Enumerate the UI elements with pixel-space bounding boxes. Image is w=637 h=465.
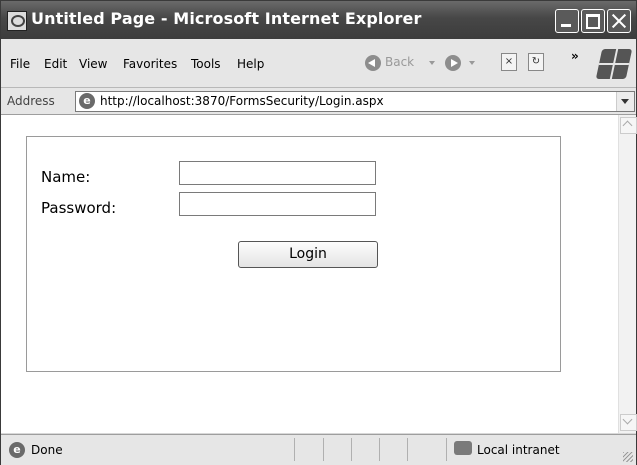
title-bar[interactable]: Untitled Page - Microsoft Internet Explo… xyxy=(1,1,636,39)
close-icon[interactable] xyxy=(607,9,631,33)
windows-logo-icon xyxy=(595,49,633,79)
window-title: Untitled Page - Microsoft Internet Explo… xyxy=(31,9,422,28)
scroll-up-icon[interactable] xyxy=(620,117,637,134)
name-label: Name: xyxy=(41,168,91,186)
forward-dropdown-icon[interactable] xyxy=(469,61,475,65)
address-label: Address xyxy=(7,94,55,108)
page-content: Name: Password: Login xyxy=(1,115,637,433)
scroll-down-icon[interactable] xyxy=(620,414,637,431)
forward-icon[interactable] xyxy=(445,55,461,71)
name-input[interactable] xyxy=(179,161,376,185)
back-dropdown-icon[interactable] xyxy=(429,61,435,65)
login-button[interactable]: Login xyxy=(238,241,378,268)
vertical-scrollbar[interactable] xyxy=(618,115,637,433)
minimize-icon[interactable] xyxy=(555,9,579,33)
status-bar: e Done Local intranet xyxy=(1,434,636,465)
status-divider xyxy=(407,438,408,461)
status-text: Done xyxy=(31,443,63,457)
menu-edit[interactable]: Edit xyxy=(44,57,67,71)
password-label: Password: xyxy=(41,199,117,217)
refresh-icon[interactable]: ↻ xyxy=(528,53,544,71)
menu-view[interactable]: View xyxy=(79,57,107,71)
back-icon[interactable] xyxy=(365,55,381,71)
login-panel: Name: Password: Login xyxy=(26,136,561,372)
browser-window: Untitled Page - Microsoft Internet Explo… xyxy=(0,0,637,465)
menu-tools[interactable]: Tools xyxy=(191,57,221,71)
maximize-icon[interactable] xyxy=(581,9,605,33)
zone-icon xyxy=(454,441,472,455)
status-divider xyxy=(379,438,380,461)
address-dropdown-icon[interactable] xyxy=(616,92,634,111)
address-input[interactable]: e http://localhost:3870/FormsSecurity/Lo… xyxy=(75,91,635,112)
status-divider xyxy=(294,438,295,461)
status-divider xyxy=(323,438,324,461)
security-zone: Local intranet xyxy=(477,443,560,457)
resize-grip-icon[interactable] xyxy=(623,452,633,462)
address-url[interactable]: http://localhost:3870/FormsSecurity/Logi… xyxy=(100,94,384,108)
menu-toolbar: File Edit View Favorites Tools Help Back… xyxy=(1,39,636,88)
ie-page-icon xyxy=(7,11,27,31)
stop-icon[interactable]: × xyxy=(501,53,517,71)
status-divider xyxy=(351,438,352,461)
password-input[interactable] xyxy=(179,192,376,216)
status-divider xyxy=(446,438,447,461)
address-bar: Address e http://localhost:3870/FormsSec… xyxy=(1,88,636,115)
menu-help[interactable]: Help xyxy=(237,57,264,71)
ie-page-icon: e xyxy=(9,442,25,458)
back-button-label[interactable]: Back xyxy=(385,55,414,69)
toolbar-overflow-chevron[interactable]: » xyxy=(571,49,579,63)
menu-favorites[interactable]: Favorites xyxy=(123,57,177,71)
menu-file[interactable]: File xyxy=(10,57,30,71)
ie-page-icon: e xyxy=(79,93,95,109)
